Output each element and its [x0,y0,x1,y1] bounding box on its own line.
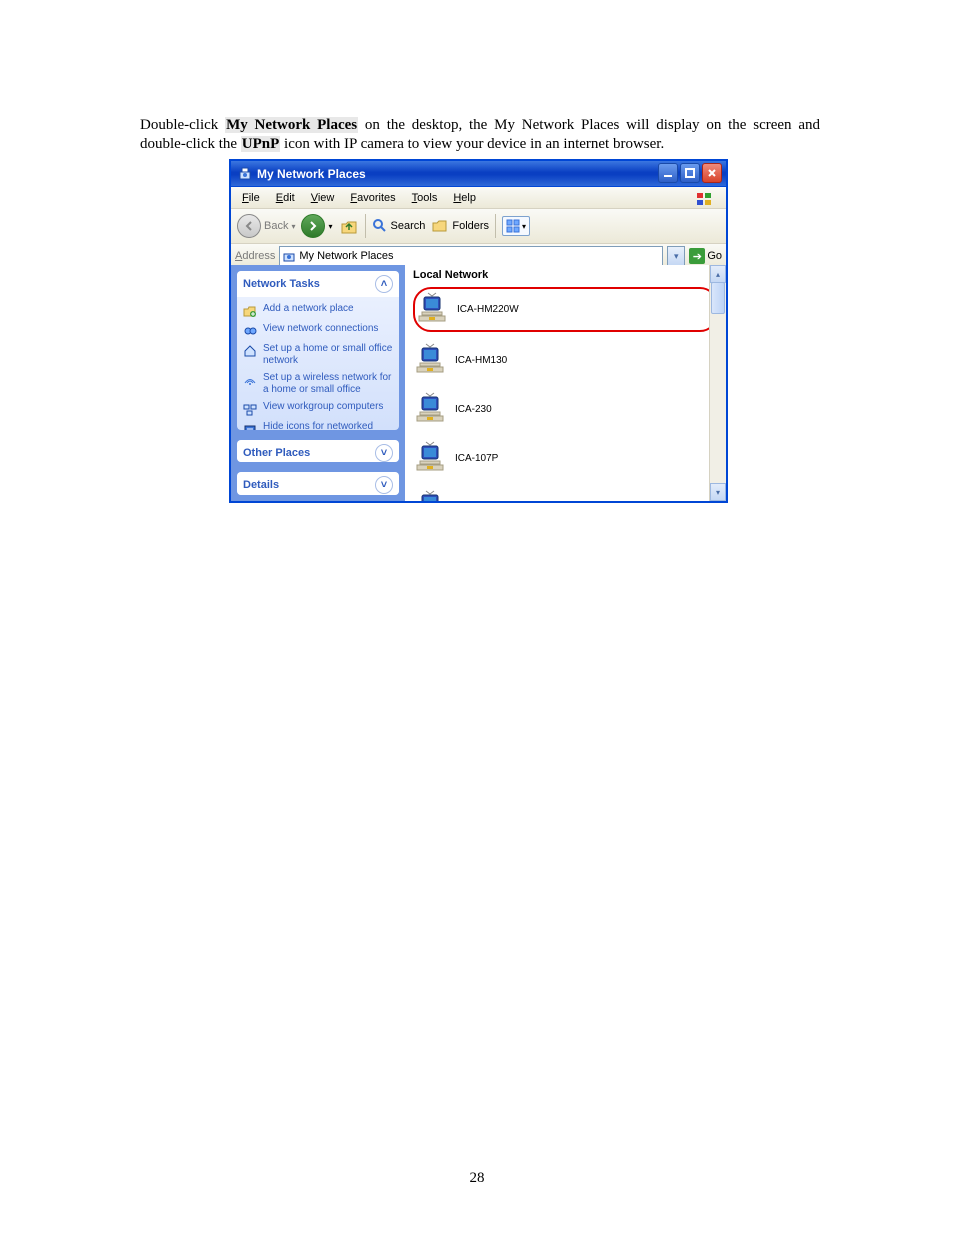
network-places-icon [237,166,253,182]
task-view-connections[interactable]: View network connections [243,323,393,338]
panel-header[interactable]: Other Places ˅ [237,440,399,463]
maximize-button[interactable] [680,163,700,183]
device-item[interactable]: ICA-HM230 [413,487,718,501]
device-item[interactable]: ICA-230 [413,389,718,430]
device-item[interactable]: ICA-HM220W [413,287,718,332]
forward-button[interactable]: ▾ [301,214,332,238]
task-view-workgroup[interactable]: View workgroup computers [243,401,393,416]
scroll-down-button[interactable]: ▾ [710,483,726,501]
chevron-down-icon: ˅ [375,444,393,462]
folder-up-icon [339,216,359,236]
device-label: ICA-107P [455,453,498,464]
address-field[interactable]: My Network Places [279,246,663,266]
section-heading: Local Network [413,269,718,281]
panel-header[interactable]: Details ˅ [237,472,399,495]
instruction-paragraph: Double-click My Network Places on the de… [140,116,820,154]
explorer-window: My Network Places File Edit View Favorit… [230,160,727,502]
search-button[interactable]: Search [372,218,426,234]
folders-button[interactable]: Folders [431,218,489,234]
panel-network-tasks: Network Tasks ˄ Add a network place View… [237,271,399,430]
device-item[interactable]: ICA-107P [413,438,718,479]
tasks-sidebar: Network Tasks ˄ Add a network place View… [231,265,405,501]
titlebar[interactable]: My Network Places [231,161,726,187]
address-dropdown[interactable]: ▾ [667,246,685,266]
address-label: Address [235,250,275,262]
close-button[interactable] [702,163,722,183]
back-icon [237,214,261,238]
workgroup-icon [243,402,257,416]
menu-view[interactable]: View [304,190,342,206]
device-label: ICA-230 [455,404,492,415]
menu-edit[interactable]: Edit [269,190,302,206]
menubar: File Edit View Favorites Tools Help [231,187,726,209]
device-label: ICA-HM130 [455,355,507,366]
go-arrow-icon: ➔ [689,248,705,264]
chevron-up-icon: ˄ [375,275,393,293]
search-icon [372,218,388,234]
window-title: My Network Places [257,167,366,181]
forward-icon [301,214,325,238]
folders-icon [431,218,449,234]
menu-file[interactable]: File [235,190,267,206]
page-number: 28 [0,1170,954,1187]
scroll-up-button[interactable]: ▴ [710,265,726,283]
device-item[interactable]: ICA-HM130 [413,340,718,381]
chevron-down-icon: ˅ [375,476,393,494]
scroll-thumb[interactable] [711,282,725,314]
upnp-device-icon [415,489,445,501]
windows-flag-icon [688,189,722,209]
wireless-icon [243,373,257,387]
device-label: ICA-HM220W [457,304,519,315]
up-button[interactable] [339,216,359,236]
network-places-icon [282,249,296,263]
add-place-icon [243,304,257,318]
panel-other-places: Other Places ˅ [237,440,399,463]
upnp-device-icon [415,440,445,477]
panel-header[interactable]: Network Tasks ˄ [237,271,399,297]
task-setup-home-network[interactable]: Set up a home or small office network [243,343,393,367]
upnp-device-icon [415,391,445,428]
main-pane: Local Network ICA-HM220W ICA-HM130 ICA-230… [405,265,726,501]
upnp-device-icon [417,291,447,328]
menu-help[interactable]: Help [446,190,483,206]
panel-details: Details ˅ [237,472,399,495]
task-setup-wireless[interactable]: Set up a wireless network for a home or … [243,372,393,396]
menu-favorites[interactable]: Favorites [343,190,402,206]
task-add-network-place[interactable]: Add a network place [243,303,393,318]
toolbar: Back ▾ ▾ Search Folders ▾ [231,209,726,244]
views-button[interactable]: ▾ [502,216,530,236]
vertical-scrollbar[interactable]: ▴ ▾ [709,265,726,501]
upnp-device-icon [415,342,445,379]
home-network-icon [243,344,257,358]
back-button[interactable]: Back ▾ [237,214,295,238]
menu-tools[interactable]: Tools [405,190,445,206]
task-hide-upnp[interactable]: Hide icons for networked UPnP devices [243,421,393,430]
go-button[interactable]: ➔ Go [689,248,722,264]
views-icon [506,219,520,233]
connections-icon [243,324,257,338]
address-value: My Network Places [299,250,393,262]
minimize-button[interactable] [658,163,678,183]
upnp-icon [243,422,257,430]
